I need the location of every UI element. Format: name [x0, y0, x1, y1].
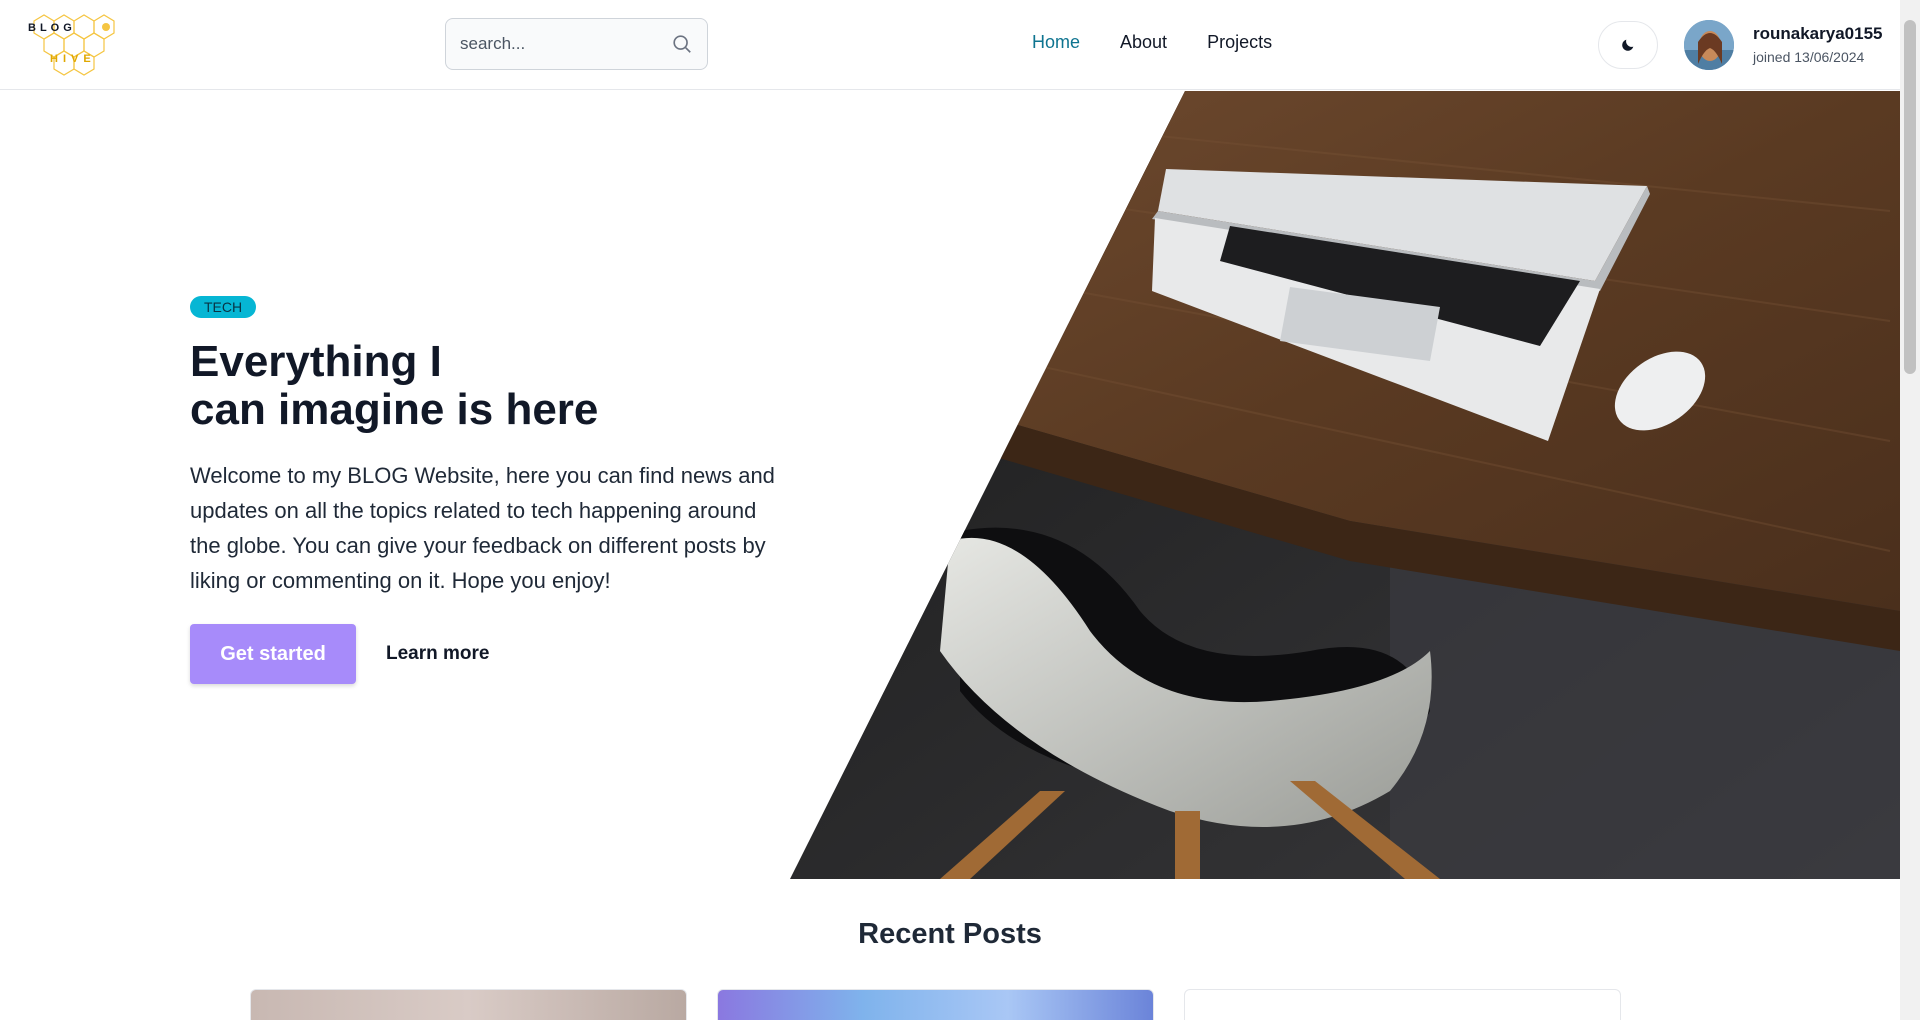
top-navbar: BLOG HIVE Home About Projects rounakarya… — [0, 0, 1900, 90]
hero-image — [790, 91, 1900, 879]
bee-icon — [102, 23, 110, 31]
post-card[interactable] — [1184, 989, 1621, 1020]
search-box[interactable] — [445, 18, 708, 70]
hero-title: Everything I can imagine is here — [190, 338, 790, 434]
nav-home-link[interactable]: Home — [1032, 32, 1080, 53]
user-avatar[interactable] — [1684, 20, 1734, 70]
user-joined-date: joined 13/06/2024 — [1753, 49, 1865, 65]
recent-posts-heading: Recent Posts — [858, 918, 1042, 950]
logo-text-bottom: HIVE — [50, 53, 96, 65]
page-scrollbar[interactable] — [1900, 0, 1920, 1020]
post-card[interactable] — [250, 989, 687, 1020]
hero-title-line2: can imagine is here — [190, 385, 599, 434]
nav-projects-link[interactable]: Projects — [1207, 32, 1272, 53]
main-nav: Home About Projects — [1032, 32, 1272, 53]
user-name[interactable]: rounakarya0155 — [1753, 24, 1882, 44]
hero-section: TECH Everything I can imagine is here We… — [190, 296, 790, 684]
search-input[interactable] — [460, 34, 660, 54]
hero-description: Welcome to my BLOG Website, here you can… — [190, 463, 775, 593]
get-started-button[interactable]: Get started — [190, 624, 356, 684]
logo-text-top: BLOG — [28, 22, 76, 34]
theme-toggle-button[interactable] — [1598, 21, 1658, 69]
learn-more-button[interactable]: Learn more — [386, 643, 489, 665]
hero-actions: Get started Learn more — [190, 624, 790, 684]
search-icon[interactable] — [671, 33, 693, 55]
scrollbar-thumb[interactable] — [1904, 20, 1916, 374]
post-card[interactable] — [717, 989, 1154, 1020]
blog-hive-logo[interactable]: BLOG HIVE — [20, 12, 120, 78]
category-badge[interactable]: TECH — [190, 296, 257, 318]
moon-icon — [1622, 39, 1634, 51]
nav-about-link[interactable]: About — [1120, 32, 1167, 53]
hero-title-line1: Everything I — [190, 337, 442, 386]
